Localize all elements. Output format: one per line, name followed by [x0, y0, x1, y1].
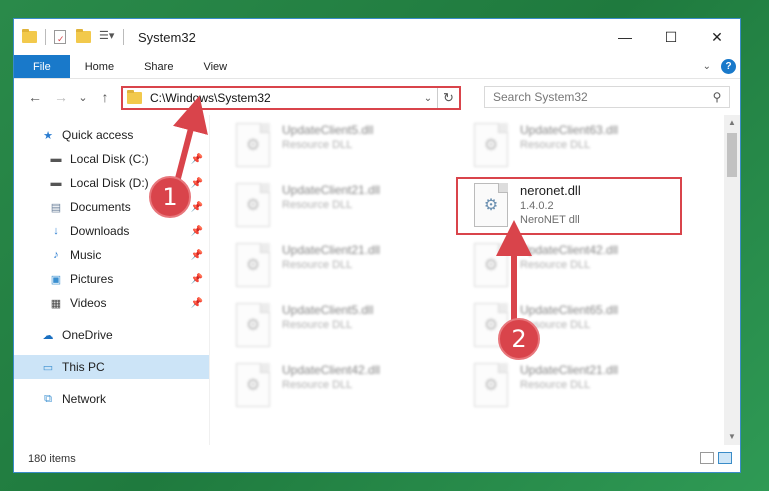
arrow-step-1 [173, 95, 208, 187]
annotation-arrows [173, 95, 532, 326]
step-1-badge: 1 [149, 176, 191, 218]
step-2-badge: 2 [498, 318, 540, 360]
